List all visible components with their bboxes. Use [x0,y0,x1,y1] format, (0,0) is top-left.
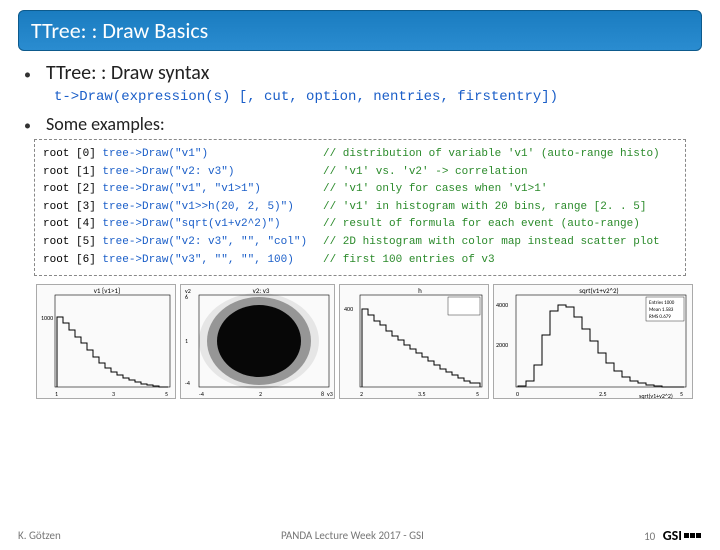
svg-text:1000: 1000 [41,314,53,322]
svg-text:v2: v2 [185,287,191,295]
gsi-logo-icon [684,533,702,538]
svg-text:1: 1 [185,337,188,345]
svg-text:2.5: 2.5 [599,390,607,398]
gsi-logo: GSI [663,527,702,544]
slide-footer: K. Götzen PANDA Lecture Week 2017 - GSI … [0,527,720,544]
code-row: root [6] tree->Draw("v3", "", "", 100)//… [43,252,677,270]
svg-text:Entries 1000: Entries 1000 [649,300,675,306]
syntax-code: t->Draw(expression(s) [, cut, option, ne… [54,89,696,105]
footer-author: K. Götzen [18,529,61,542]
footer-page: 10 [644,530,655,543]
svg-text:5: 5 [165,390,168,398]
svg-text:-4: -4 [199,390,204,398]
charts-row: v1 {v1>1} 1 3 5 1000 v2: v3 -4 2 8 6 [36,284,684,399]
bullet-syntax-text: TTree: : Draw syntax [46,61,209,85]
svg-text:3: 3 [112,390,115,398]
svg-text:Mean 1.583: Mean 1.583 [649,307,674,313]
footer-right: 10 GSI [644,527,702,544]
bullet-examples: • Some examples: [24,113,696,135]
svg-text:0: 0 [516,390,519,398]
chart-hist-sqrt: sqrt(v1+v2^2) 0 2.5 5 4000 2000 Entries … [493,284,693,399]
chart-hist-h: h 2 3.5 5 400 [339,284,489,399]
svg-text:1: 1 [55,390,58,398]
svg-text:3.5: 3.5 [418,390,426,398]
bullet-dot: • [24,66,36,83]
svg-text:2000: 2000 [496,341,508,349]
code-row: root [1] tree->Draw("v2: v3")// 'v1' vs.… [43,164,677,182]
bullet-syntax: • TTree: : Draw syntax [24,61,696,85]
svg-text:2: 2 [360,390,363,398]
code-row: root [2] tree->Draw("v1", "v1>1")// 'v1'… [43,181,677,199]
svg-text:8: 8 [321,390,324,398]
svg-text:sqrt(v1+v2^2): sqrt(v1+v2^2) [579,286,618,295]
slide-content: • TTree: : Draw syntax t->Draw(expressio… [0,51,720,399]
svg-text:RMS 0.679: RMS 0.679 [649,314,671,320]
code-block: root [0] tree->Draw("v1")// distribution… [34,139,686,276]
code-row: root [3] tree->Draw("v1>>h(20, 2, 5)")//… [43,199,677,217]
code-row: root [5] tree->Draw("v2: v3", "", "col")… [43,234,677,252]
svg-text:sqrt(v1+v2^2): sqrt(v1+v2^2) [639,392,673,400]
svg-text:5: 5 [476,390,479,398]
svg-text:-4: -4 [185,379,190,387]
svg-text:400: 400 [344,305,353,313]
code-row: root [4] tree->Draw("sqrt(v1+v2^2)")// r… [43,216,677,234]
svg-text:2: 2 [259,390,262,398]
bullet-examples-text: Some examples: [46,113,165,135]
svg-text:v1 {v1>1}: v1 {v1>1} [94,286,120,295]
svg-text:h: h [418,286,422,295]
footer-center: PANDA Lecture Week 2017 - GSI [281,529,424,542]
code-row: root [0] tree->Draw("v1")// distribution… [43,146,677,164]
svg-text:5: 5 [680,390,683,398]
svg-text:4000: 4000 [496,301,508,309]
svg-text:v3: v3 [327,390,333,398]
slide-title: TTree: : Draw Basics [18,10,702,51]
bullet-dot: • [24,117,36,134]
chart-hist-v1: v1 {v1>1} 1 3 5 1000 [36,284,176,399]
chart-scatter: v2: v3 -4 2 8 6 1 -4 v3 v2 [180,284,335,399]
